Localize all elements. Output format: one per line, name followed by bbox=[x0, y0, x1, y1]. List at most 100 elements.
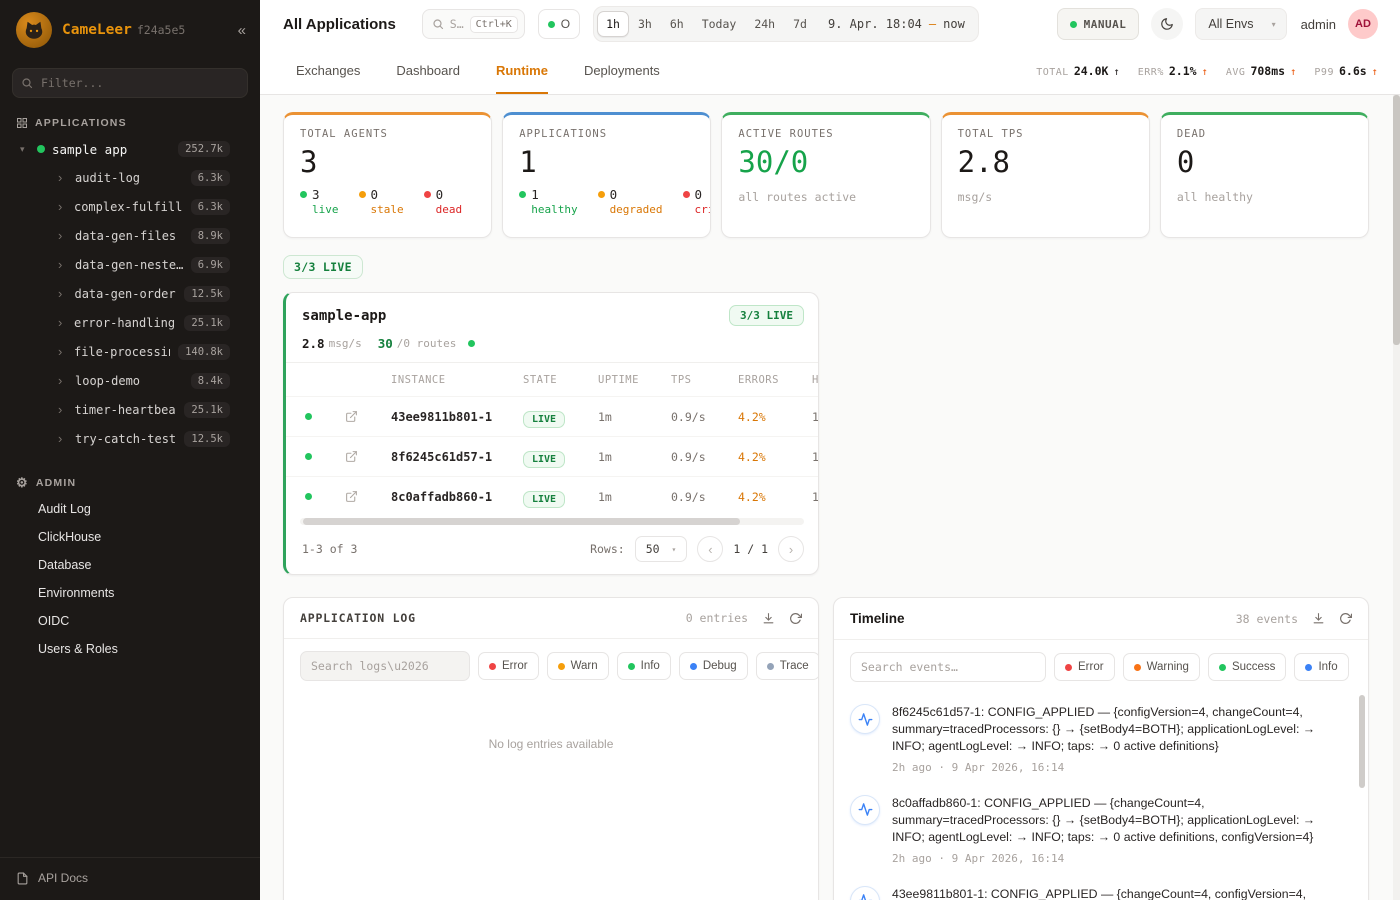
chevron-down-icon: ▾ bbox=[1272, 20, 1276, 29]
manual-refresh-toggle[interactable]: MANUAL bbox=[1057, 8, 1140, 40]
summary-stats: TOTAL24.0K↑ ERR%2.1%↑ AVG708ms↑ P996.6s↑ bbox=[1036, 48, 1378, 94]
scrollbar-thumb[interactable] bbox=[1393, 95, 1400, 345]
next-page-button[interactable]: › bbox=[778, 536, 804, 562]
time-range-24h[interactable]: 24h bbox=[745, 11, 784, 37]
external-link-icon[interactable] bbox=[345, 490, 358, 503]
external-link-icon[interactable] bbox=[345, 410, 358, 423]
orange-dot bbox=[1134, 664, 1141, 671]
sidebar-item-loop-demo[interactable]: ›loop-demo8.4k bbox=[0, 366, 260, 395]
instance-table-header: INSTANCE STATE UPTIME TPS ERRORS H bbox=[286, 363, 818, 396]
timeline-filter-error[interactable]: Error bbox=[1054, 653, 1115, 681]
tab-dashboard[interactable]: Dashboard bbox=[396, 48, 460, 94]
time-range-1h[interactable]: 1h bbox=[597, 11, 629, 37]
sidebar-item-audit-log-admin[interactable]: Audit Log bbox=[0, 495, 260, 523]
sidebar-item-try-catch-test[interactable]: ›try-catch-test12.5k bbox=[0, 424, 260, 453]
log-filter-info[interactable]: Info bbox=[617, 652, 671, 680]
log-filter-error[interactable]: Error bbox=[478, 652, 539, 680]
live-summary-chip[interactable]: 3/3 LIVE bbox=[283, 255, 363, 279]
horizontal-scrollbar[interactable] bbox=[300, 517, 804, 526]
amber-dot bbox=[598, 191, 605, 198]
sidebar-item-environments[interactable]: Environments bbox=[0, 579, 260, 607]
sidebar-item-audit-log[interactable]: ›audit-log6.3k bbox=[0, 163, 260, 192]
sidebar-item-oidc[interactable]: OIDC bbox=[0, 607, 260, 635]
prev-page-button[interactable]: ‹ bbox=[697, 536, 723, 562]
event-timestamp: 2h ago · 9 Apr 2026, 16:14 bbox=[892, 761, 1346, 774]
table-row[interactable]: 43ee9811b801-1 LIVE 1m 0.9/s 4.2% 1 bbox=[286, 396, 818, 436]
applications-section-header: APPLICATIONS bbox=[0, 106, 260, 135]
trend-up-icon: ↑ bbox=[1372, 66, 1378, 78]
stat-card-total-tps: TOTAL TPS 2.8 msg/s bbox=[941, 112, 1150, 238]
timeline-filter-info[interactable]: Info bbox=[1294, 653, 1348, 681]
rows-per-page-select[interactable]: 50 ▾ bbox=[635, 536, 688, 562]
download-icon[interactable] bbox=[1312, 612, 1325, 625]
main-area: All Applications S… Ctrl+K O 1h 3h 6h To… bbox=[260, 0, 1400, 900]
sidebar-item-file-processing[interactable]: ›file-processing140.8k bbox=[0, 337, 260, 366]
tab-deployments[interactable]: Deployments bbox=[584, 48, 660, 94]
global-search[interactable]: S… Ctrl+K bbox=[422, 9, 525, 39]
mini-stat-degraded: 0degraded bbox=[598, 187, 663, 216]
sidebar-item-clickhouse[interactable]: ClickHouse bbox=[0, 523, 260, 551]
table-row[interactable]: 8c0affadb860-1 LIVE 1m 0.9/s 4.2% 1 bbox=[286, 476, 818, 516]
sidebar-item-data-gen-files[interactable]: ›data-gen-files8.9k bbox=[0, 221, 260, 250]
timeline-filter-warning[interactable]: Warning bbox=[1123, 653, 1200, 681]
timeline-event[interactable]: 43ee9811b801-1: CONFIG_APPLIED — {change… bbox=[850, 876, 1346, 900]
api-docs-link[interactable]: API Docs bbox=[0, 857, 260, 900]
sidebar-item-database[interactable]: Database bbox=[0, 551, 260, 579]
log-filter-trace[interactable]: Trace bbox=[756, 652, 819, 680]
time-range-today[interactable]: Today bbox=[693, 11, 746, 37]
online-label: O bbox=[561, 17, 570, 31]
time-range-6h[interactable]: 6h bbox=[661, 11, 693, 37]
timeline-filter-success[interactable]: Success bbox=[1208, 653, 1286, 681]
sidebar-item-sample-app[interactable]: ▾ sample app 252.7k bbox=[0, 135, 260, 163]
row-range-info: 1-3 of 3 bbox=[302, 542, 357, 556]
tab-runtime[interactable]: Runtime bbox=[496, 48, 548, 94]
routes-value: 30 bbox=[378, 336, 393, 351]
admin-section-header: ⚙ ADMIN bbox=[0, 465, 260, 495]
sidebar-item-complex-fulfillment[interactable]: ›complex-fulfillm…6.3k bbox=[0, 192, 260, 221]
sidebar-collapse-button[interactable]: « bbox=[238, 23, 246, 38]
timeline-event[interactable]: 8f6245c61d57-1: CONFIG_APPLIED — {config… bbox=[850, 694, 1346, 785]
rows-per-page-label: Rows: bbox=[590, 542, 625, 556]
application-log-header: APPLICATION LOG 0 entries bbox=[284, 598, 818, 639]
tab-exchanges[interactable]: Exchanges bbox=[296, 48, 360, 94]
main-scrollbar[interactable] bbox=[1393, 95, 1400, 900]
refresh-icon[interactable] bbox=[1339, 612, 1352, 625]
log-filter-debug[interactable]: Debug bbox=[679, 652, 748, 680]
activity-pulse-icon bbox=[858, 802, 873, 817]
dark-mode-toggle[interactable] bbox=[1151, 8, 1183, 40]
log-search-input[interactable] bbox=[300, 651, 470, 681]
download-icon[interactable] bbox=[762, 612, 775, 625]
timeline-scrollbar-thumb[interactable] bbox=[1359, 695, 1365, 788]
timeline-filter-controls: Error Warning Success Info bbox=[834, 640, 1368, 692]
refresh-icon[interactable] bbox=[789, 612, 802, 625]
application-card-header: sample-app 3/3 LIVE bbox=[286, 293, 818, 334]
sidebar-item-data-gen-orders[interactable]: ›data-gen-orders12.5k bbox=[0, 279, 260, 308]
sidebar-item-users-roles[interactable]: Users & Roles bbox=[0, 635, 260, 663]
stat-total: TOTAL24.0K↑ bbox=[1036, 64, 1120, 78]
trend-up-icon: ↑ bbox=[1290, 66, 1296, 78]
avatar[interactable]: AD bbox=[1348, 9, 1378, 39]
sidebar-item-error-handling[interactable]: ›error-handling-…25.1k bbox=[0, 308, 260, 337]
sidebar: CameLeerf24a5e5 « APPLICATIONS ▾ sample … bbox=[0, 0, 260, 900]
timeline-event[interactable]: 8c0affadb860-1: CONFIG_APPLIED — {change… bbox=[850, 785, 1346, 876]
online-status-chip[interactable]: O bbox=[538, 9, 580, 39]
scrollbar-thumb[interactable] bbox=[303, 518, 740, 525]
time-range-3h[interactable]: 3h bbox=[629, 11, 661, 37]
state-badge: LIVE bbox=[523, 451, 565, 468]
environment-select[interactable]: All Envs ▾ bbox=[1195, 8, 1286, 40]
table-row[interactable]: 8f6245c61d57-1 LIVE 1m 0.9/s 4.2% 1 bbox=[286, 436, 818, 476]
application-name[interactable]: sample-app bbox=[302, 308, 386, 324]
sidebar-item-timer-heartbeat[interactable]: ›timer-heartbeat25.1k bbox=[0, 395, 260, 424]
grid-icon bbox=[16, 117, 28, 129]
green-dot bbox=[300, 191, 307, 198]
timeline-search-input[interactable] bbox=[850, 652, 1046, 682]
log-filter-warn[interactable]: Warn bbox=[547, 652, 609, 680]
cat-logo-icon bbox=[23, 19, 45, 41]
state-badge: LIVE bbox=[523, 411, 565, 428]
external-link-icon[interactable] bbox=[345, 450, 358, 463]
sidebar-filter-input[interactable] bbox=[12, 68, 248, 98]
timeline-event-list: 8f6245c61d57-1: CONFIG_APPLIED — {config… bbox=[834, 692, 1368, 900]
sidebar-item-data-gen-nested[interactable]: ›data-gen-neste…6.9k bbox=[0, 250, 260, 279]
event-avatar bbox=[850, 795, 880, 825]
time-range-7d[interactable]: 7d bbox=[784, 11, 816, 37]
